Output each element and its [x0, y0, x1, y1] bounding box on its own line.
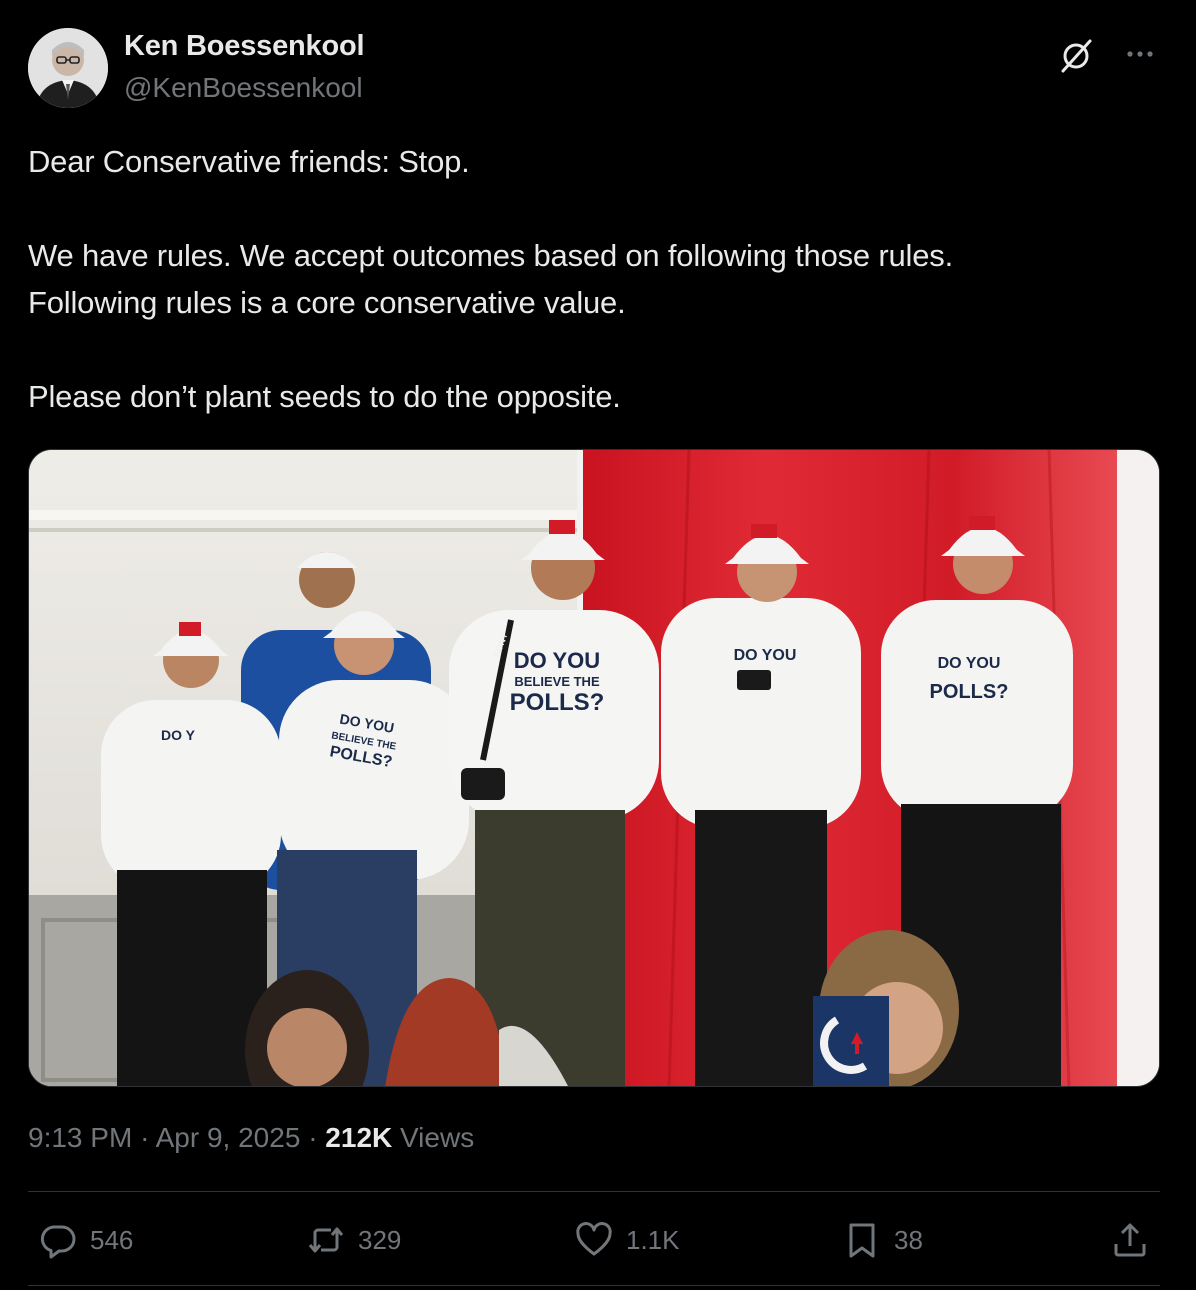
svg-text:POLLS?: POLLS?	[930, 681, 1009, 703]
like-count: 1.1K	[626, 1224, 680, 1255]
svg-text:DO YOU: DO YOU	[514, 648, 600, 673]
tweet-line: Following rules is a core conservative v…	[28, 285, 626, 320]
meta-separator: ·	[140, 1122, 150, 1153]
author-name[interactable]: Ken Boessenkool	[124, 30, 365, 63]
svg-text:DO Y: DO Y	[161, 727, 196, 743]
bookmark-icon	[849, 1223, 875, 1258]
tweet-line: Please don’t plant seeds to do the oppos…	[28, 379, 621, 414]
tweet-line: Dear Conservative friends: Stop.	[28, 144, 470, 179]
svg-text:DO YOU: DO YOU	[734, 647, 797, 664]
tweet-time[interactable]: 9:13 PM	[28, 1122, 132, 1153]
grok-icon[interactable]	[1058, 38, 1094, 74]
bookmark-count: 38	[894, 1224, 923, 1255]
repost-count: 329	[358, 1224, 402, 1255]
action-bar: 546 329 1.1K 38	[0, 1212, 1196, 1268]
svg-text:POLLS?: POLLS?	[510, 689, 605, 716]
reply-count: 546	[90, 1224, 134, 1255]
views-label: Views	[400, 1122, 475, 1153]
svg-text:DO YOU: DO YOU	[938, 655, 1001, 672]
divider	[28, 1191, 1160, 1192]
author-handle[interactable]: @KenBoessenkool	[124, 72, 363, 104]
repost-button[interactable]: 329	[306, 1220, 401, 1260]
views-count: 212K	[325, 1122, 393, 1153]
reply-button[interactable]: 546	[38, 1220, 133, 1260]
tweet-meta: 9:13 PM · Apr 9, 2025 · 212K Views	[28, 1122, 474, 1154]
tweet-line: We have rules. We accept outcomes based …	[28, 238, 953, 273]
more-icon[interactable]	[1122, 42, 1158, 66]
share-icon	[1114, 1223, 1146, 1257]
tweet-text: Dear Conservative friends: Stop. We have…	[28, 138, 1148, 420]
author-avatar[interactable]	[28, 28, 108, 108]
repost-icon	[308, 1227, 344, 1253]
heart-icon	[576, 1222, 612, 1256]
svg-text:BELIEVE THE: BELIEVE THE	[514, 674, 600, 689]
reply-icon	[40, 1225, 76, 1259]
bookmark-button[interactable]: 38	[842, 1220, 923, 1260]
meta-separator: ·	[308, 1122, 318, 1153]
like-button[interactable]: 1.1K	[574, 1220, 680, 1260]
avatar-image	[28, 28, 108, 108]
tweet-photo[interactable]: DO Y DO YOU BELIEVE THE POLLS? SONY DO Y…	[28, 449, 1160, 1087]
tweet-date[interactable]: Apr 9, 2025	[156, 1122, 301, 1153]
share-button[interactable]	[1110, 1220, 1150, 1260]
photo-illustration: DO Y DO YOU BELIEVE THE POLLS? SONY DO Y…	[29, 450, 1159, 1086]
divider	[28, 1285, 1160, 1286]
